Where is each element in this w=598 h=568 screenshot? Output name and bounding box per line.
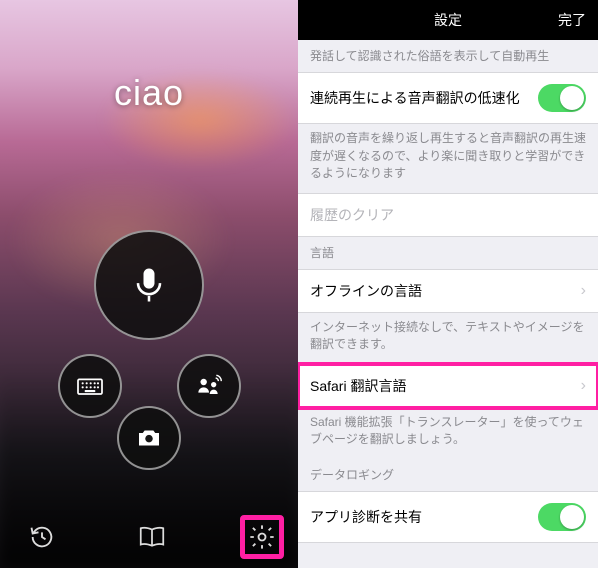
bottom-toolbar [0,506,298,568]
translated-word: ciao [0,72,298,114]
gear-icon [248,523,276,551]
nav-title: 設定 [434,10,462,30]
row-offline-languages[interactable]: オフラインの言語 › [298,269,598,313]
book-icon [137,522,167,552]
done-button[interactable]: 完了 [558,10,586,30]
row-clear-history[interactable]: 履歴のクリア [298,193,598,237]
section-header-profanity: 発話して認識された俗語を表示して自動再生 [298,40,598,72]
keyboard-icon [74,370,106,402]
history-button[interactable] [20,515,64,559]
chevron-right-icon: › [581,377,586,395]
row-slow-playback[interactable]: 連続再生による音声翻訳の低速化 [298,72,598,124]
camera-icon [134,423,164,453]
row-label: 連続再生による音声翻訳の低速化 [310,88,520,108]
row-label: アプリ診断を共有 [310,507,422,527]
nav-bar: 設定 完了 [298,0,598,40]
row-safari-language[interactable]: Safari 翻訳言語 › [298,364,598,408]
switch-slow-playback[interactable] [538,84,586,112]
settings-button[interactable] [240,515,284,559]
row-label: オフラインの言語 [310,281,422,301]
section-header-logging: データロギング [298,459,598,491]
speaker-icon [193,370,225,402]
microphone-button[interactable] [94,230,204,340]
camera-button[interactable] [117,406,181,470]
row-app-diagnostics[interactable]: アプリ診断を共有 [298,491,598,543]
footer-safari: Safari 機能拡張「トランスレーター」を使ってウェブページを翻訳しましょう。 [298,408,598,459]
settings-screen: 設定 完了 発話して認識された俗語を表示して自動再生 連続再生による音声翻訳の低… [298,0,598,568]
section-header-language: 言語 [298,237,598,269]
translator-home-screen: ciao [0,0,298,568]
conversation-button[interactable] [177,354,241,418]
row-label: Safari 翻訳言語 [310,376,406,396]
phrasebook-button[interactable] [130,515,174,559]
chevron-right-icon: › [581,282,586,300]
row-label: 履歴のクリア [310,205,394,225]
history-icon [28,523,56,551]
footer-offline: インターネット接続なしで、テキストやイメージを翻訳できます。 [298,313,598,364]
footer-slow-playback: 翻訳の音声を繰り返し再生すると音声翻訳の再生速度が遅くなるので、より楽に聞き取り… [298,124,598,192]
switch-diagnostics[interactable] [538,503,586,531]
microphone-icon [127,263,171,307]
keyboard-button[interactable] [58,354,122,418]
